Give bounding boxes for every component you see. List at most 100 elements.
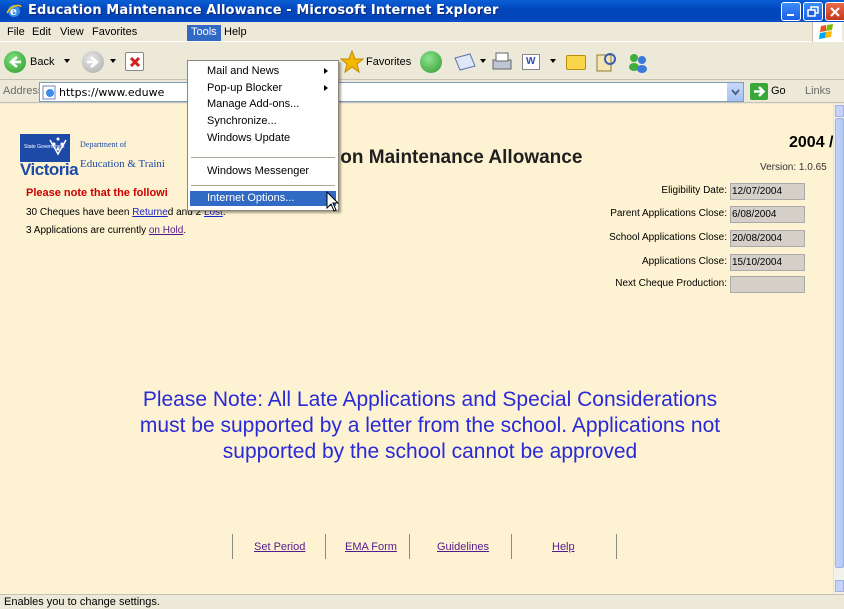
help-link[interactable]: Help [552,541,575,553]
discuss-button[interactable] [564,50,588,74]
department-line-1: Department of [80,140,127,149]
minimize-button[interactable] [781,2,801,21]
parent-applications-close-field: 6/08/2004 [730,206,805,223]
menu-item-mail-and-news[interactable]: Mail and News [190,64,336,79]
mail-icon [454,53,476,71]
close-icon [830,7,840,17]
late-applications-notice: Please Note: All Late Applications and S… [139,388,721,463]
print-button[interactable] [490,50,514,74]
applications-close-field: 15/10/2004 [730,254,805,271]
messenger-button[interactable] [626,50,650,74]
menu-favorites[interactable]: Favorites [88,25,141,41]
vertical-scrollbar[interactable] [833,104,844,594]
school-applications-close-field: 20/08/2004 [730,230,805,247]
internet-explorer-icon: e [6,4,22,18]
stop-button[interactable] [124,50,148,74]
submenu-arrow-icon [324,68,328,74]
close-button[interactable] [825,2,844,21]
page-icon [42,85,56,100]
research-icon [596,53,616,72]
menu-edit[interactable]: Edit [28,25,55,41]
research-button[interactable] [594,50,618,74]
menu-item-manage-add-ons[interactable]: Manage Add-ons... [190,97,336,112]
history-icon [420,51,442,73]
folder-icon [566,55,586,70]
scroll-down-button[interactable] [835,580,844,592]
applications-close-row: Applications Close: 15/10/2004 [505,254,805,271]
victoria-education-logo: State Government Victoria Department of … [20,134,180,179]
back-arrow-icon [4,51,26,73]
period-indicator: 2004 / 2 [789,134,833,151]
mouse-cursor-icon [326,191,340,212]
menu-item-popup-blocker[interactable]: Pop-up Blocker [190,81,336,96]
favorites-label: Favorites [366,56,412,68]
back-button[interactable]: Back [4,50,74,74]
address-input[interactable]: https://www.eduwe [39,82,744,102]
notice-heading: Please note that the followi [26,187,168,199]
page-nav-bar: Set Period EMA Form Guidelines Help [232,534,617,559]
menu-tools[interactable]: Tools [187,25,221,41]
returned-link[interactable]: Returne [132,207,168,218]
go-arrow-icon[interactable] [750,83,768,100]
set-period-link[interactable]: Set Period [254,541,305,553]
menu-item-windows-update[interactable]: Windows Update [190,131,336,146]
word-icon: W [522,54,540,70]
department-line-2: Education & Traini [80,158,165,170]
menu-separator [191,185,335,186]
title-bar[interactable]: e Education Maintenance Allowance - Micr… [0,0,844,22]
menu-view[interactable]: View [56,25,88,41]
standard-toolbar: Back Favorites W [0,42,844,80]
tools-menu: Mail and News Pop-up Blocker Manage Add-… [187,60,339,211]
version-text: Version: 1.0.65 [760,162,827,173]
go-button[interactable]: Go [771,85,786,97]
edit-button[interactable]: W [520,50,560,74]
chevron-down-icon [731,89,740,96]
windows-logo [812,22,842,42]
next-cheque-production-field [730,276,805,293]
eligibility-date-row: Eligibility Date: 12/07/2004 [505,183,805,200]
mail-button[interactable] [452,50,488,74]
print-icon [492,52,512,70]
back-label: Back [30,56,55,68]
victoria-wordmark: Victoria [20,160,79,179]
stop-icon [125,52,144,71]
address-dropdown-button[interactable] [726,83,743,101]
favorites-button[interactable]: Favorites [340,50,420,74]
scroll-up-button[interactable] [835,105,844,117]
state-government-badge: State Government [20,134,70,162]
submenu-arrow-icon [324,85,328,91]
parent-applications-close-row: Parent Applications Close: 6/08/2004 [505,206,805,223]
menu-item-internet-options[interactable]: Internet Options... [190,191,336,206]
address-bar: Address https://www.eduwe Go Links [0,81,844,103]
status-bar: Enables you to change settings. [0,594,844,609]
menu-item-windows-messenger[interactable]: Windows Messenger [190,164,336,179]
star-icon [340,50,364,74]
address-label: Address [3,85,44,97]
minimize-icon [787,14,794,16]
page-content: State Government Victoria Department of … [0,104,833,594]
address-url: https://www.eduwe [59,86,165,99]
window-title: Education Maintenance Allowance - Micros… [28,3,499,18]
restore-button[interactable] [803,2,823,21]
forward-arrow-icon [82,51,104,73]
next-cheque-production-row: Next Cheque Production: [505,276,805,293]
menu-file[interactable]: File [3,25,29,41]
menu-bar: File Edit View Favorites Tools Help [0,22,844,42]
ema-form-link[interactable]: EMA Form [345,541,397,553]
history-button[interactable] [420,50,444,74]
restore-icon [807,6,819,17]
menu-help[interactable]: Help [220,25,251,41]
menu-separator [191,157,335,158]
links-button[interactable]: Links [805,85,831,97]
messenger-icon [629,54,647,73]
guidelines-link[interactable]: Guidelines [437,541,489,553]
page-title: ion Maintenance Allowance [335,147,583,168]
status-text: Enables you to change settings. [4,596,160,608]
on-hold-link[interactable]: on Hold [149,225,183,236]
applications-status-line: 3 Applications are currently on Hold. [26,225,187,236]
menu-item-synchronize[interactable]: Synchronize... [190,114,336,129]
forward-button[interactable] [82,50,118,74]
eligibility-date-field: 12/07/2004 [730,183,805,200]
scroll-thumb[interactable] [835,118,844,568]
stars-icon [49,137,67,156]
